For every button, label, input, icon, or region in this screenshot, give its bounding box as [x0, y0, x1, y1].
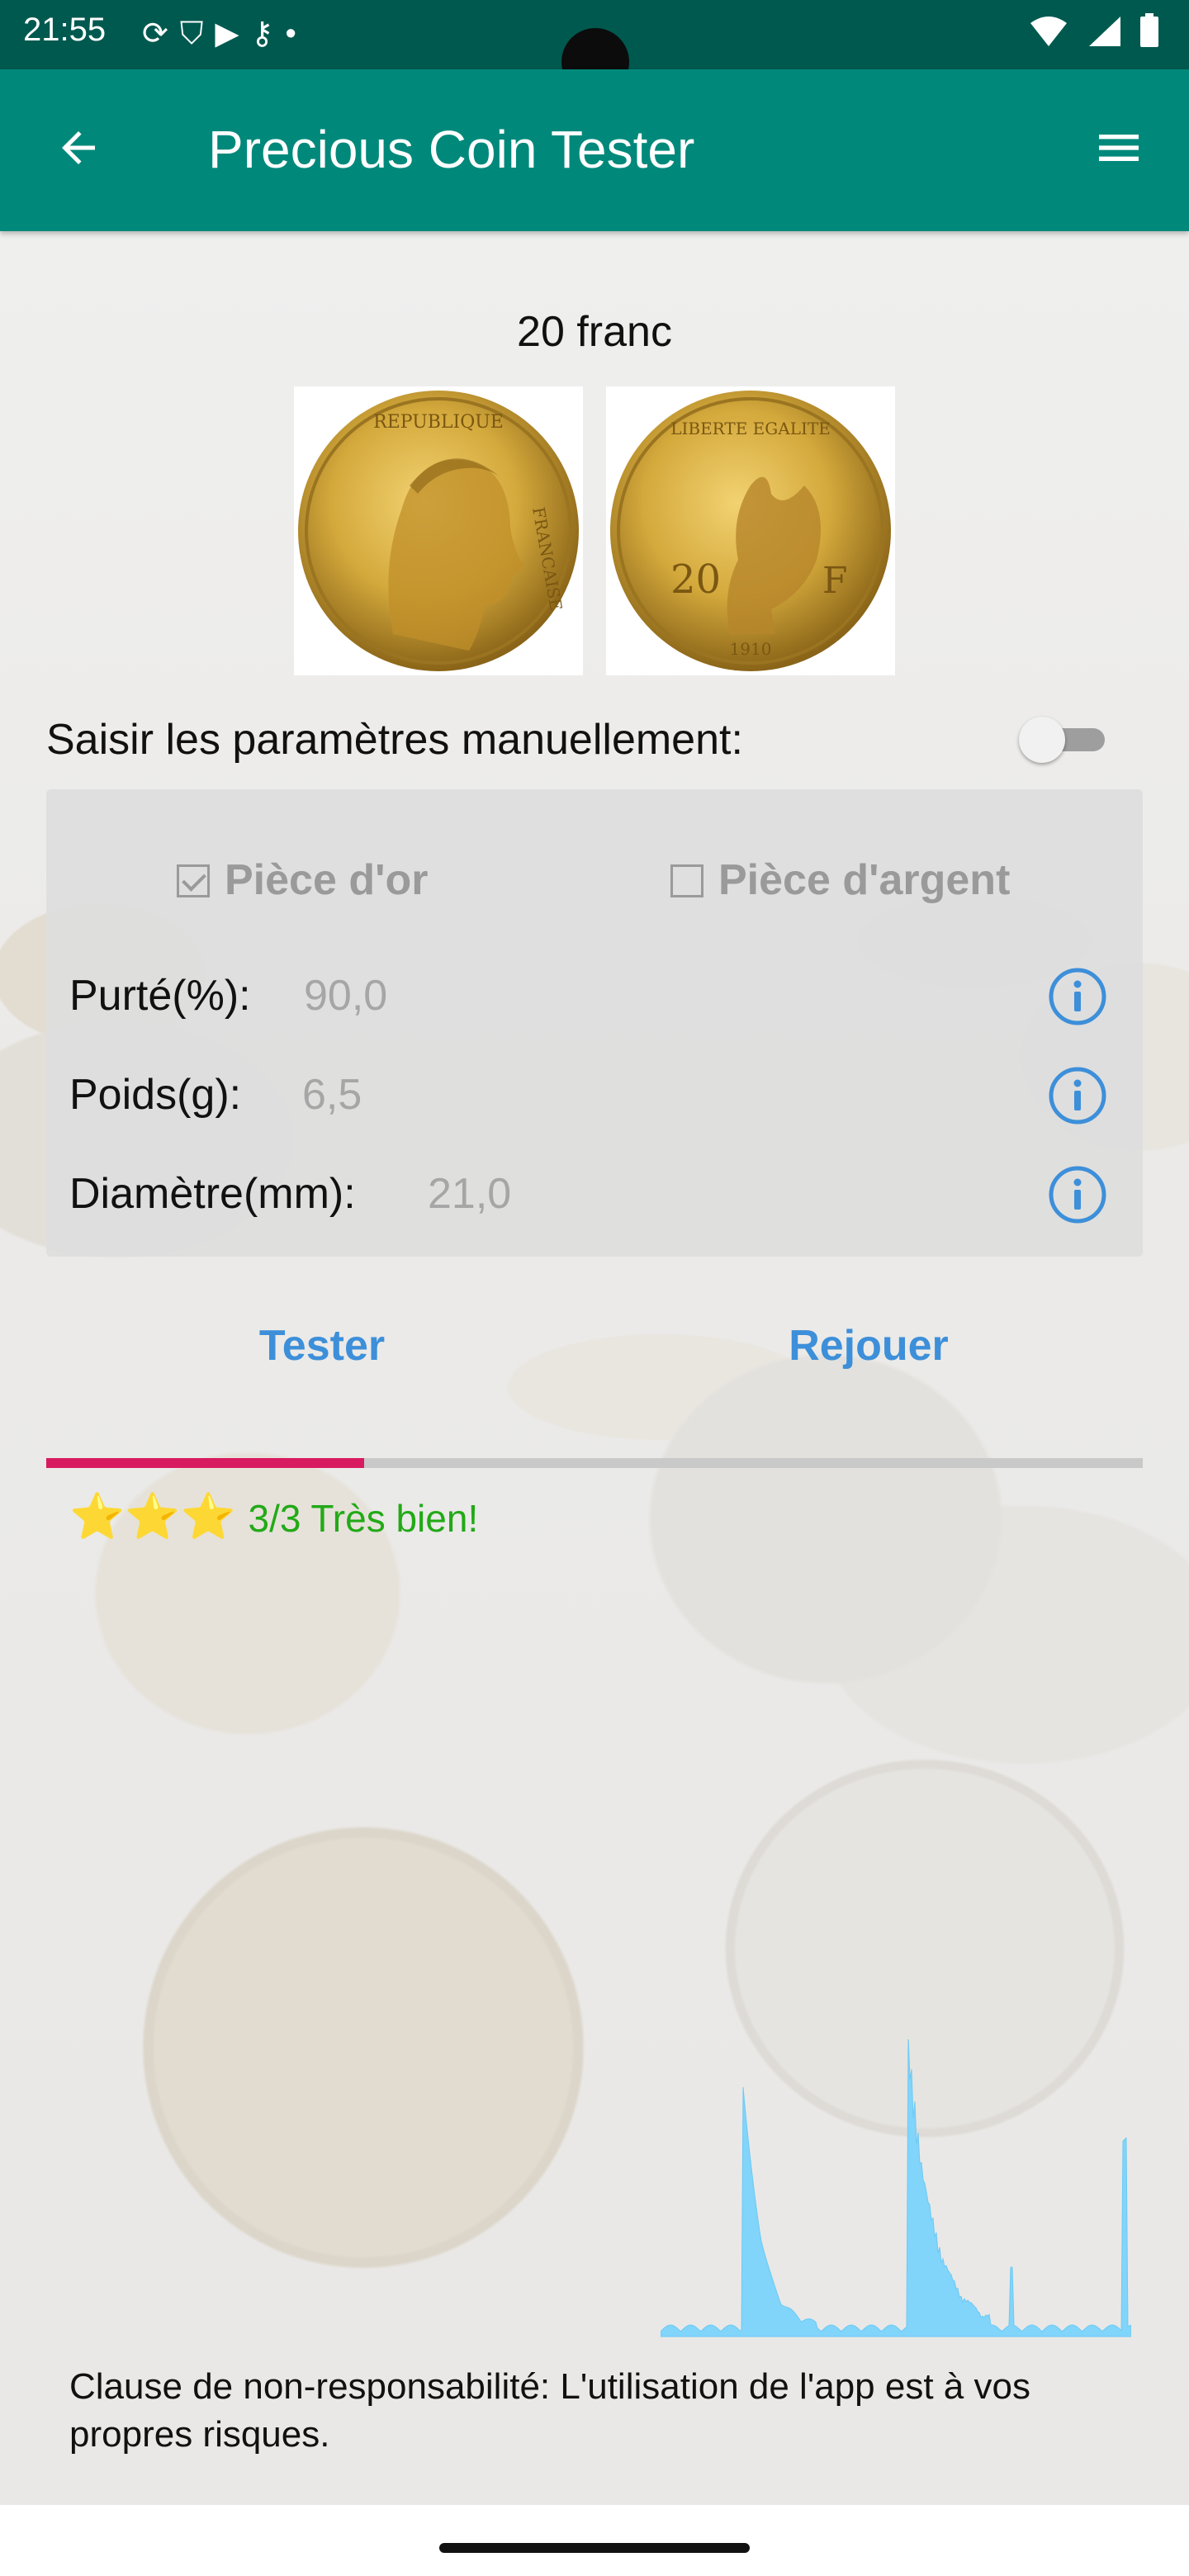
hamburger-menu-icon: [1099, 135, 1139, 161]
checkbox-unchecked-icon: [670, 864, 703, 897]
manual-input-label: Saisir les paramètres manuellement:: [46, 716, 743, 764]
dot-icon: •: [285, 17, 308, 51]
menu-button[interactable]: [1082, 111, 1156, 185]
checkbox-checked-icon: [177, 864, 210, 897]
weight-info-icon[interactable]: [1047, 1065, 1108, 1126]
result-line: ⭐⭐⭐ 3/3 Très bien!: [69, 1491, 478, 1543]
diameter-info-icon[interactable]: [1047, 1164, 1108, 1225]
purity-info-icon[interactable]: [1047, 966, 1108, 1027]
status-notification-icons: ⟳⛉▶⚷•: [142, 15, 308, 52]
play-protect-icon: ▶: [215, 17, 251, 51]
silver-coin-checkbox[interactable]: Pièce d'argent: [670, 855, 1010, 905]
silver-coin-label: Pièce d'argent: [718, 856, 1011, 904]
svg-text:20: 20: [670, 556, 721, 603]
gold-coin-checkbox[interactable]: Pièce d'or: [177, 855, 428, 905]
back-button[interactable]: [41, 111, 116, 185]
svg-text:REPUBLIQUE: REPUBLIQUE: [373, 412, 504, 433]
score-progress-fill: [46, 1458, 365, 1468]
svg-text:1910: 1910: [730, 639, 772, 659]
signal-icon: [1088, 17, 1120, 46]
purity-label: Purté(%):: [69, 972, 251, 1020]
shield-icon: ⛉: [179, 17, 216, 51]
score-progress-bar: [46, 1458, 1143, 1468]
result-text: 3/3 Très bien!: [248, 1497, 479, 1540]
app-bar: Precious Coin Tester: [0, 69, 1189, 231]
status-bar: 21:55 ⟳⛉▶⚷•: [0, 0, 1189, 96]
test-button[interactable]: Tester: [165, 1321, 479, 1371]
svg-text:LIBERTE EGALITE: LIBERTE EGALITE: [670, 419, 831, 438]
coin-obverse-image[interactable]: REPUBLIQUE FRANCAISE: [294, 386, 583, 675]
parameters-panel: Pièce d'or Pièce d'argent Purté(%): 90,0…: [46, 789, 1143, 1257]
coin-name: 20 franc: [517, 308, 672, 356]
rating-stars-icon: ⭐⭐⭐: [69, 1492, 236, 1541]
disclaimer-text: Clause de non-responsabilité: L'utilisat…: [69, 2366, 1030, 2455]
battery-icon: [1140, 13, 1158, 47]
app-title: Precious Coin Tester: [208, 120, 695, 179]
manual-input-switch[interactable]: [1019, 717, 1110, 763]
sync-icon: ⟳: [142, 17, 180, 51]
system-status-icons: [1029, 13, 1159, 53]
arrow-left-icon: [62, 131, 95, 164]
weight-field[interactable]: 6,5: [302, 1070, 362, 1120]
diameter-field[interactable]: 21,0: [428, 1169, 511, 1219]
status-time: 21:55: [23, 12, 107, 48]
sound-spectrum-chart: [661, 2039, 1131, 2337]
svg-text:F: F: [822, 560, 848, 602]
switch-thumb: [1019, 717, 1065, 763]
replay-button[interactable]: Rejouer: [712, 1321, 1026, 1371]
weight-label: Poids(g):: [69, 1071, 242, 1119]
gold-coin-label: Pièce d'or: [225, 856, 429, 904]
coin-reverse-image[interactable]: 20 F LIBERTE EGALITE 1910: [606, 386, 895, 675]
vpn-key-icon: ⚷: [250, 17, 286, 51]
wifi-icon: [1030, 17, 1067, 46]
purity-field[interactable]: 90,0: [304, 971, 387, 1020]
diameter-label: Diamètre(mm):: [69, 1170, 356, 1218]
home-gesture-handle[interactable]: [439, 2543, 750, 2553]
navigation-bar: [0, 2505, 1189, 2576]
